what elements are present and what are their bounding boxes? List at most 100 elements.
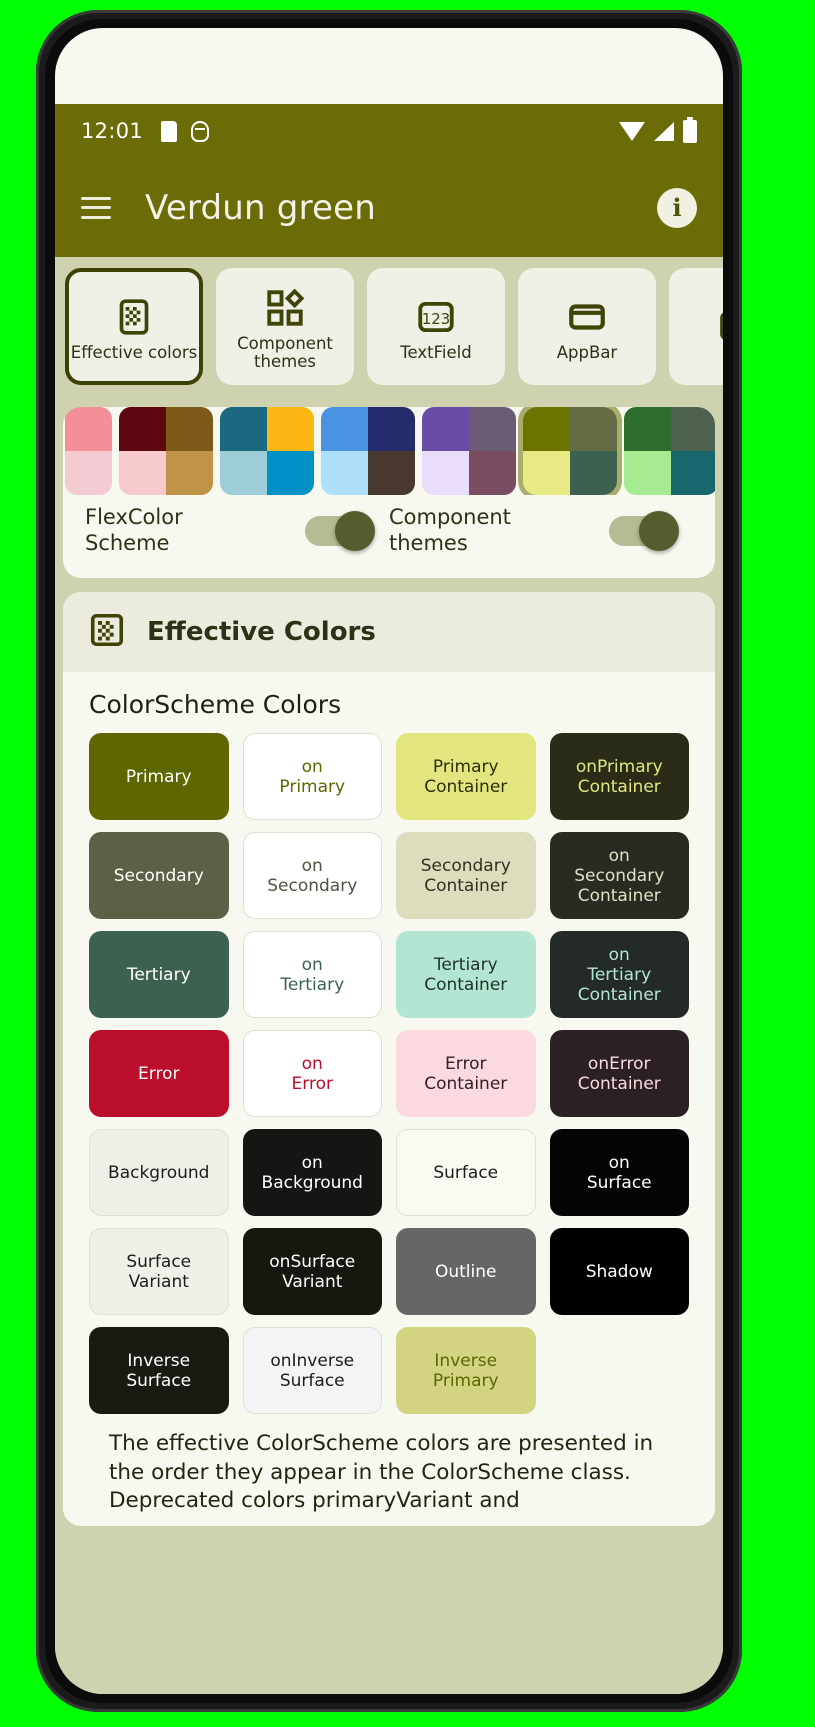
tab-appbar[interactable]: AppBar bbox=[518, 267, 656, 385]
color-box-error[interactable]: Error bbox=[89, 1030, 229, 1118]
color-box-label: onSurface Variant bbox=[269, 1251, 356, 1292]
cellular-signal-icon bbox=[654, 121, 674, 141]
color-box-primary[interactable]: Primary bbox=[89, 733, 229, 821]
color-box-label: Error Container bbox=[424, 1053, 508, 1094]
app-bar: Verdun green i bbox=[55, 158, 723, 257]
palette-swatch-column bbox=[671, 407, 715, 495]
color-box-label: Surface Variant bbox=[126, 1251, 192, 1292]
component-themes-switch[interactable] bbox=[609, 510, 679, 551]
color-box-secondary-container[interactable]: Secondary Container bbox=[396, 832, 536, 920]
palette-swatch-green-grey[interactable] bbox=[624, 407, 715, 495]
palette-swatch-column bbox=[570, 407, 617, 495]
color-box-surface-variant[interactable]: Surface Variant bbox=[89, 1228, 229, 1316]
color-box-on-background[interactable]: on Background bbox=[242, 1129, 382, 1217]
color-box-surface[interactable]: Surface bbox=[396, 1129, 536, 1217]
tab-textfield[interactable]: 123 TextField bbox=[367, 267, 505, 385]
palette-swatch-pink-red[interactable] bbox=[65, 407, 112, 495]
palette-swatch-teal-blue[interactable] bbox=[220, 407, 314, 495]
color-box-label: on Secondary Container bbox=[574, 845, 665, 906]
palette-swatch-purple[interactable] bbox=[422, 407, 516, 495]
palette-swatch-column bbox=[368, 407, 415, 495]
hamburger-menu-icon[interactable] bbox=[81, 196, 111, 219]
color-box-tertiary[interactable]: Tertiary bbox=[89, 931, 229, 1019]
palette-swatch-column bbox=[624, 407, 671, 495]
color-box-label: Secondary bbox=[113, 865, 204, 886]
palette-swatch-column bbox=[220, 407, 267, 495]
partial-icon bbox=[717, 305, 723, 347]
palette-swatch-blue-navy[interactable] bbox=[321, 407, 415, 495]
123-icon: 123 bbox=[415, 296, 457, 338]
color-box-error-container[interactable]: Error Container bbox=[396, 1030, 536, 1118]
component-themes-toggle-item[interactable]: Component themes bbox=[389, 505, 693, 556]
sd-card-icon bbox=[161, 120, 178, 142]
effective-colors-card: Effective Colors ColorScheme Colors Prim… bbox=[63, 592, 715, 1526]
color-box-on-secondary-container[interactable]: on Secondary Container bbox=[549, 832, 689, 920]
color-box-onsurface-variant[interactable]: onSurface Variant bbox=[242, 1228, 382, 1316]
color-box-on-tertiary-container[interactable]: on Tertiary Container bbox=[549, 931, 689, 1019]
color-box-label: Surface bbox=[433, 1162, 499, 1183]
page-title: Verdun green bbox=[145, 187, 377, 228]
color-box-label: Tertiary bbox=[126, 964, 191, 985]
content-scroll-area[interactable]: FlexColor Scheme Component themes Effect… bbox=[55, 395, 723, 1694]
flexcolor-scheme-label: FlexColor Scheme bbox=[85, 505, 183, 555]
color-box-secondary[interactable]: Secondary bbox=[89, 832, 229, 920]
palette-swatch-column bbox=[523, 407, 570, 495]
flexcolor-scheme-switch[interactable] bbox=[305, 510, 375, 551]
info-icon[interactable]: i bbox=[657, 187, 697, 228]
color-box-on-error[interactable]: on Error bbox=[242, 1030, 382, 1118]
color-box-label: Shadow bbox=[585, 1261, 653, 1282]
color-scheme-swatch-row[interactable] bbox=[63, 407, 715, 495]
color-box-shadow[interactable]: Shadow bbox=[549, 1228, 689, 1316]
color-box-on-secondary[interactable]: on Secondary bbox=[242, 832, 382, 920]
colorscheme-color-grid: Primary on Primary Primary Container onPrimar… bbox=[89, 733, 689, 1415]
colorscheme-section-title: ColorScheme Colors bbox=[89, 690, 342, 720]
tab-component-themes[interactable]: Component themes bbox=[216, 267, 354, 385]
color-box-inverse-surface[interactable]: Inverse Surface bbox=[89, 1327, 229, 1415]
tab-effective-colors[interactable]: Effective colors bbox=[65, 267, 203, 385]
color-box-onprimary-container[interactable]: onPrimary Container bbox=[549, 733, 689, 821]
color-box-label: Background bbox=[108, 1162, 210, 1183]
color-box-onerror-container[interactable]: onError Container bbox=[549, 1030, 689, 1118]
palette-swatch-column bbox=[65, 407, 112, 495]
color-box-outline[interactable]: Outline bbox=[396, 1228, 536, 1316]
color-box-tertiary-container[interactable]: Tertiary Container bbox=[396, 931, 536, 1019]
color-box-background[interactable]: Background bbox=[89, 1129, 229, 1217]
color-box-on-tertiary[interactable]: on Tertiary bbox=[242, 931, 382, 1019]
wifi-icon bbox=[619, 121, 645, 141]
palette-swatch-column bbox=[469, 407, 516, 495]
palette-card: FlexColor Scheme Component themes bbox=[63, 407, 715, 579]
checkerboard-icon bbox=[114, 296, 154, 338]
screenshot-stage: 12:01 Verdun green i Effective colors Com… bbox=[0, 0, 815, 1727]
color-box-label: onError Container bbox=[577, 1053, 661, 1094]
effective-colors-header[interactable]: Effective Colors bbox=[63, 592, 715, 673]
palette-swatch-column bbox=[267, 407, 314, 495]
color-box-label: on Tertiary bbox=[280, 954, 345, 995]
palette-swatch-verdun-green[interactable] bbox=[523, 407, 617, 495]
color-box-oninverse-surface[interactable]: onInverse Surface bbox=[242, 1327, 382, 1415]
color-box-label: on Tertiary Container bbox=[577, 944, 661, 1005]
palette-swatch-column bbox=[119, 407, 166, 495]
checkerboard-icon bbox=[89, 612, 125, 652]
color-box-label: on Primary bbox=[279, 756, 346, 797]
color-box-on-primary[interactable]: on Primary bbox=[242, 733, 382, 821]
svg-text:123: 123 bbox=[422, 310, 450, 328]
status-bar-right-icons bbox=[619, 116, 697, 143]
flexcolor-scheme-toggle-item[interactable]: FlexColor Scheme bbox=[85, 505, 389, 556]
toggles-row: FlexColor Scheme Component themes bbox=[63, 495, 715, 572]
tab-more[interactable] bbox=[669, 267, 723, 385]
component-shapes-icon bbox=[264, 287, 306, 329]
status-bar-clock: 12:01 bbox=[81, 119, 144, 143]
color-box-on-surface[interactable]: on Surface bbox=[549, 1129, 689, 1217]
color-box-primary-container[interactable]: Primary Container bbox=[396, 733, 536, 821]
tab-strip[interactable]: Effective colors Component themes 123 TextF… bbox=[55, 257, 723, 395]
color-box-label: Tertiary Container bbox=[424, 954, 508, 995]
color-box-label: Inverse Surface bbox=[126, 1350, 192, 1391]
color-box-label: Primary bbox=[125, 766, 192, 787]
color-box-inverse-primary[interactable]: Inverse Primary bbox=[396, 1327, 536, 1415]
color-box-label: onInverse Surface bbox=[270, 1350, 355, 1391]
palette-swatch-maroon-gold[interactable] bbox=[119, 407, 213, 495]
color-box-label: Secondary Container bbox=[420, 855, 511, 896]
color-box-label: Error bbox=[138, 1063, 180, 1084]
tab-label: TextField bbox=[400, 342, 472, 362]
status-bar-left-icons bbox=[161, 120, 210, 142]
